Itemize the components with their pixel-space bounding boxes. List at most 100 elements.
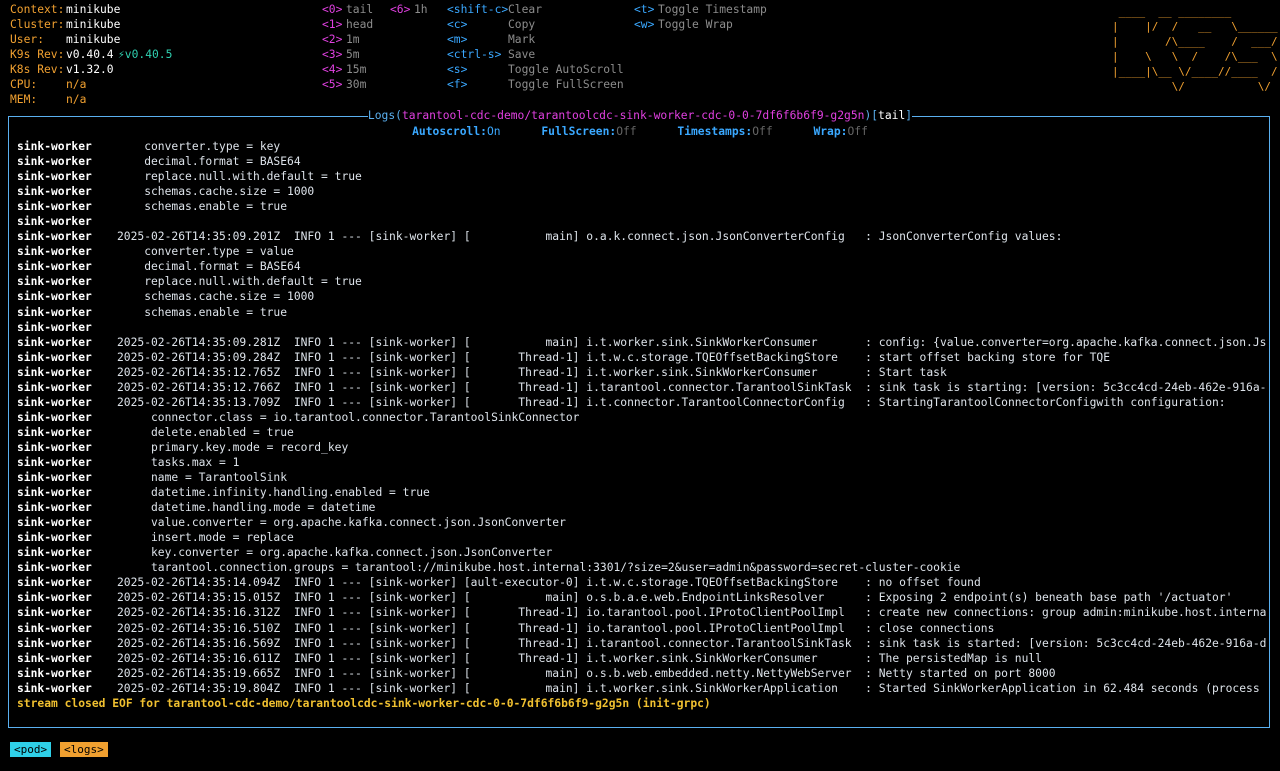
log-pod-name: sink-worker [17,546,92,560]
log-message: 2025-02-26T14:35:16.611Z INFO 1 --- [sin… [117,651,1042,665]
k9s-logo: ____ __ ________ | |/ / __ \______ | /\_… [1112,5,1278,93]
toggle-value: Off [616,125,637,138]
shortcut-key[interactable]: <f> [447,77,467,92]
log-line: sink-worker 2025-02-26T14:35:15.015Z INFO… [17,590,1267,605]
log-line: sink-worker decimal.format = BASE64 [17,154,1267,169]
shortcut-desc: Save [508,48,536,61]
shortcut-key[interactable]: <shift-c> [447,2,508,17]
log-pod-name: sink-worker [17,305,92,319]
shortcut-key[interactable]: <3> [322,47,342,62]
log-message: datetime.handling.mode = datetime [117,501,376,515]
log-message: 2025-02-26T14:35:16.510Z INFO 1 --- [sin… [117,621,995,635]
log-line: sink-worker 2025-02-26T14:35:16.312Z INFO… [17,605,1267,620]
log-line: sink-worker 2025-02-26T14:35:16.510Z INFO… [17,621,1267,636]
log-mode: tail [878,109,906,122]
log-pod-name: sink-worker [17,365,92,379]
log-line: sink-worker connector.class = io.taranto… [17,410,1267,425]
log-pod-name: sink-worker [17,350,92,364]
shortcut-desc: Mark [508,33,536,46]
log-pod-name: sink-worker [17,260,92,274]
log-message: 2025-02-26T14:35:15.015Z INFO 1 --- [sin… [117,591,1233,605]
log-message: datetime.infinity.handling.enabled = tru… [117,486,430,500]
log-pod-name: sink-worker [17,621,92,635]
log-pod-name: sink-worker [17,320,92,334]
log-message: 2025-02-26T14:35:09.281Z INFO 1 --- [sin… [117,335,1267,349]
log-message: replace.null.with.default = true [117,275,362,289]
shortcut-key[interactable]: <ctrl-s> [447,47,501,62]
shortcut-key[interactable]: <0> [322,2,342,17]
log-line: sink-worker 2025-02-26T14:35:12.766Z INFO… [17,380,1267,395]
log-line: sink-worker delete.enabled = true [17,425,1267,440]
shortcut-desc: head [346,18,374,31]
log-line: sink-worker converter.type = value [17,244,1267,259]
log-line: sink-worker 2025-02-26T14:35:16.611Z INFO… [17,651,1267,666]
shortcut-key[interactable]: <t> [634,2,654,17]
pod-path: tarantool-cdc-demo/tarantoolcdc-sink-wor… [401,109,865,122]
log-pod-name: sink-worker [17,606,92,620]
log-pod-name: sink-worker [17,395,92,409]
shortcut-desc: 30m [346,78,367,91]
log-pod-name: sink-worker [17,215,92,229]
log-message: 2025-02-26T14:35:14.094Z INFO 1 --- [sin… [117,576,981,590]
shortcut-key[interactable]: <w> [634,17,654,32]
log-message: decimal.format = BASE64 [117,155,301,169]
toggle-value: Off [847,125,868,138]
log-message: tarantool.connection.groups = tarantool:… [117,561,961,575]
shortcut-desc: 5m [346,48,360,61]
shortcut-key[interactable]: <c> [447,17,467,32]
log-line: sink-worker [17,214,1267,229]
update-available: ⚡v0.40.5 [118,48,173,61]
log-message: 2025-02-26T14:35:12.765Z INFO 1 --- [sin… [117,365,947,379]
log-pod-name: sink-worker [17,245,92,259]
log-pod-name: sink-worker [17,455,92,469]
log-pod-name: sink-worker [17,410,92,424]
log-line: sink-worker schemas.enable = true [17,305,1267,320]
log-message: schemas.enable = true [117,305,288,319]
log-message: converter.type = key [117,140,281,153]
crumb-logs[interactable]: <logs> [60,742,108,757]
log-line: sink-worker replace.null.with.default = … [17,274,1267,289]
toggle-label: FullScreen: [541,125,617,138]
logs-panel-title: Logs(tarantool-cdc-demo/tarantoolcdc-sin… [367,109,913,122]
shortcut-desc: Copy [508,18,536,31]
toggle-status-bar: Autoscroll:On FullScreen:Off Timestamps:… [0,124,1280,139]
shortcut-desc: tail [346,3,374,16]
log-message: connector.class = io.tarantool.connector… [117,410,580,424]
log-line: sink-worker 2025-02-26T14:35:09.284Z INFO… [17,350,1267,365]
log-message: 2025-02-26T14:35:16.569Z INFO 1 --- [sin… [117,636,1267,650]
shortcut-key[interactable]: <4> [322,62,342,77]
shortcut-key[interactable]: <5> [322,77,342,92]
shortcut-key[interactable]: <1> [322,17,342,32]
log-line: sink-worker 2025-02-26T14:35:16.569Z INFO… [17,636,1267,651]
log-message: 2025-02-26T14:35:19.665Z INFO 1 --- [sin… [117,666,1056,680]
log-pod-name: sink-worker [17,531,92,545]
log-message: 2025-02-26T14:35:12.766Z INFO 1 --- [sin… [117,380,1267,394]
log-line: sink-worker [17,320,1267,335]
log-pod-name: sink-worker [17,576,92,590]
shortcut-key[interactable]: <m> [447,32,467,47]
log-pod-name: sink-worker [17,636,92,650]
log-message: schemas.enable = true [117,200,288,214]
log-line: sink-worker decimal.format = BASE64 [17,259,1267,274]
shortcut-key[interactable]: <s> [447,62,467,77]
info-value: n/a [66,93,87,106]
log-message: decimal.format = BASE64 [117,260,301,274]
log-line: sink-worker tasks.max = 1 [17,455,1267,470]
shortcut-key[interactable]: <6> [390,2,410,17]
toggle-label: Wrap: [813,125,848,138]
toggle-label: Autoscroll: [412,125,487,138]
info-value: v0.40.4 [66,48,114,61]
log-pod-name: sink-worker [17,155,92,169]
log-pod-name: sink-worker [17,335,92,349]
info-key: User: [10,33,45,46]
shortcut-desc: 1h [414,3,428,16]
crumb-pod[interactable]: <pod> [10,742,52,757]
log-message: 2025-02-26T14:35:09.284Z INFO 1 --- [sin… [117,350,1110,364]
log-line: sink-worker name = TarantoolSink [17,470,1267,485]
info-key: Context: [10,3,65,16]
log-pod-name: sink-worker [17,666,92,680]
info-value: minikube [66,33,121,46]
log-message: 2025-02-26T14:35:19.804Z INFO 1 --- [sin… [117,681,1267,695]
shortcut-key[interactable]: <2> [322,32,342,47]
log-output[interactable]: sink-worker converter.type = key sink-wor… [17,139,1267,711]
